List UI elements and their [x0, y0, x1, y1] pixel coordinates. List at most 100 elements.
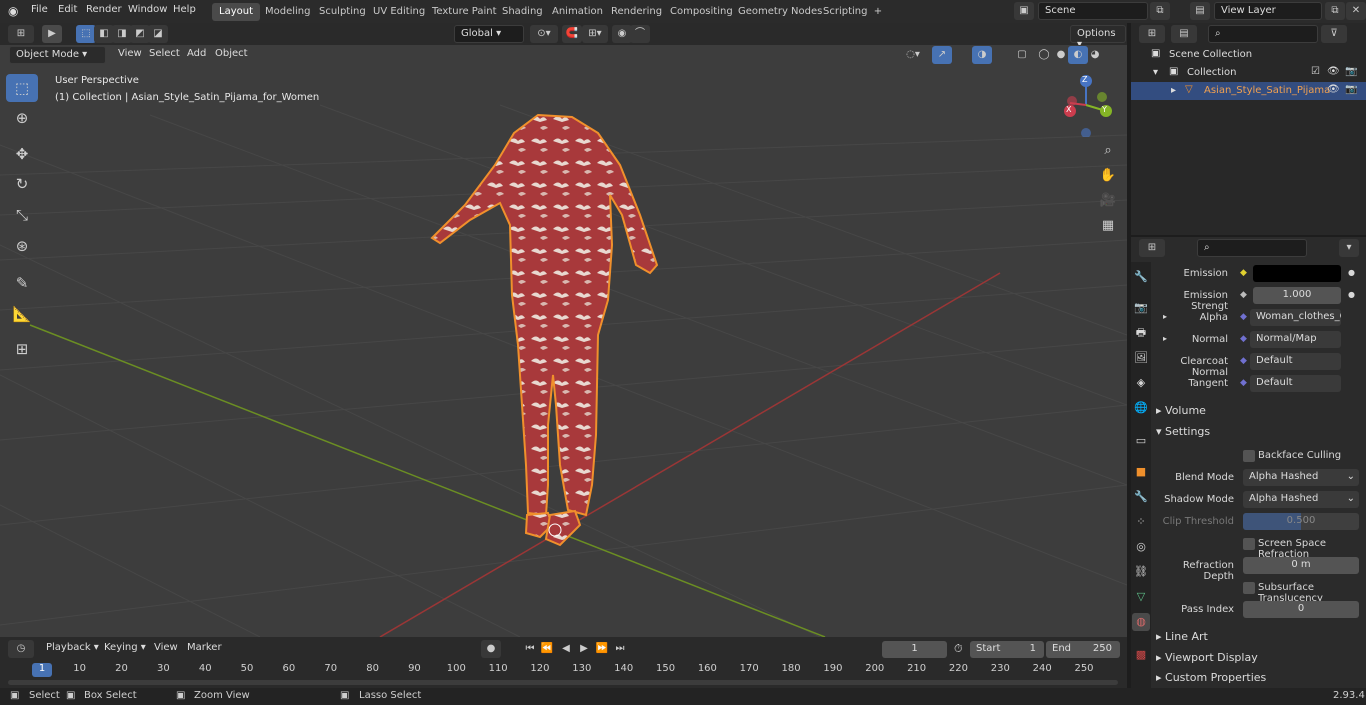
expand-arrow-icon[interactable]: ▸: [1163, 334, 1167, 343]
start-frame-field[interactable]: Start 1: [970, 641, 1044, 658]
socket-yellow-icon[interactable]: ◆: [1240, 268, 1247, 278]
snap-icon[interactable]: 🧲: [562, 25, 582, 43]
mode-dropdown[interactable]: Object Mode ▾: [9, 46, 106, 64]
falloff-icon[interactable]: ⌒: [630, 25, 650, 43]
blend-mode-dropdown[interactable]: Alpha Hashed ⌄: [1243, 469, 1359, 486]
jump-end-icon[interactable]: ⏭: [610, 640, 630, 658]
constraints-tab-icon[interactable]: ⛓: [1132, 563, 1150, 581]
tab-geometry-nodes[interactable]: Geometry Nodes: [731, 3, 829, 21]
tab-rendering[interactable]: Rendering: [604, 3, 669, 21]
texture-tab-icon[interactable]: ▩: [1132, 646, 1150, 664]
tab-scripting[interactable]: Scripting: [816, 3, 874, 21]
menu-view-timeline[interactable]: View: [148, 640, 184, 657]
volume-panel-header[interactable]: ▸ Volume: [1156, 404, 1206, 417]
perspective-toggle-icon[interactable]: ▦: [1097, 215, 1119, 237]
keying-menu[interactable]: Keying ▾: [98, 640, 152, 657]
select-mode-new-icon[interactable]: ⬚: [76, 25, 96, 43]
end-frame-field[interactable]: End 250: [1046, 641, 1120, 658]
menu-marker[interactable]: Marker: [181, 640, 228, 657]
menu-select[interactable]: Select: [143, 46, 186, 63]
pivot-point-icon[interactable]: ⊙▾: [530, 25, 558, 43]
tool-tab-icon[interactable]: 🔧: [1132, 268, 1150, 286]
tab-compositing[interactable]: Compositing: [663, 3, 740, 21]
alpha-link-field[interactable]: Woman_clothes_Op...: [1250, 309, 1341, 326]
expand-arrow-icon[interactable]: ▾: [1153, 67, 1158, 78]
tree-item-collection[interactable]: ▾ ▣ Collection ☑ 👁 📷: [1131, 64, 1366, 82]
outliner-editor-type-icon[interactable]: ⊞: [1139, 25, 1165, 43]
tree-item-scene-collection[interactable]: ▣ Scene Collection: [1131, 46, 1366, 64]
outliner-search-input[interactable]: ⌕: [1208, 25, 1318, 43]
socket-purple-icon[interactable]: ◆: [1240, 312, 1247, 322]
menu-help[interactable]: Help: [173, 4, 196, 15]
select-mode-invert-icon[interactable]: ◩: [130, 25, 150, 43]
render-tab-icon[interactable]: 📷: [1132, 299, 1150, 317]
shadow-mode-dropdown[interactable]: Alpha Hashed ⌄: [1243, 491, 1359, 508]
screen-space-refraction-checkbox[interactable]: [1243, 538, 1255, 550]
material-tab-icon[interactable]: ◍: [1132, 613, 1150, 631]
tab-uv-editing[interactable]: UV Editing: [366, 3, 432, 21]
keyframe-dot-icon[interactable]: ●: [1348, 268, 1355, 277]
tangent-field[interactable]: Default: [1250, 375, 1341, 392]
current-frame-field[interactable]: 1: [882, 641, 947, 658]
socket-purple-icon[interactable]: ◆: [1240, 378, 1247, 388]
prev-keyframe-icon[interactable]: ⏪: [537, 640, 557, 658]
add-workspace-icon[interactable]: +: [868, 3, 888, 21]
tab-modeling[interactable]: Modeling: [258, 3, 318, 21]
transform-orientation-dropdown[interactable]: Global ▾: [454, 25, 524, 43]
properties-options-icon[interactable]: ▾: [1339, 239, 1359, 257]
data-tab-icon[interactable]: ▽: [1132, 588, 1150, 606]
properties-editor-type-icon[interactable]: ⊞: [1139, 239, 1165, 257]
select-mode-subtract-icon[interactable]: ◨: [112, 25, 132, 43]
blender-logo-icon[interactable]: ◉: [8, 4, 18, 18]
emission-color-field[interactable]: [1253, 265, 1341, 282]
keyframe-dot-icon[interactable]: ●: [1348, 290, 1355, 299]
playback-menu[interactable]: Playback ▾: [40, 640, 105, 657]
record-icon[interactable]: ●: [481, 640, 501, 658]
settings-panel-header[interactable]: ▾ Settings: [1156, 425, 1210, 438]
line-art-panel-header[interactable]: ▸ Line Art: [1156, 630, 1208, 643]
scene-tab-icon[interactable]: ◈: [1132, 374, 1150, 392]
view-layer-tab-icon[interactable]: 🖼: [1132, 349, 1150, 367]
subsurface-translucency-checkbox[interactable]: [1243, 582, 1255, 594]
proportional-edit-icon[interactable]: ◉: [612, 25, 632, 43]
snap-target-icon[interactable]: ⊞▾: [582, 25, 608, 43]
refraction-depth-field[interactable]: 0 m: [1243, 557, 1359, 574]
select-box-tool-icon[interactable]: ⬚: [6, 74, 38, 102]
scene-field[interactable]: Scene: [1038, 2, 1148, 20]
particles-tab-icon[interactable]: ⁘: [1132, 513, 1150, 531]
properties-search-input[interactable]: ⌕: [1197, 239, 1307, 257]
socket-purple-icon[interactable]: ◆: [1240, 356, 1247, 366]
menu-edit[interactable]: Edit: [58, 4, 77, 15]
backface-culling-checkbox[interactable]: [1243, 450, 1255, 462]
socket-purple-icon[interactable]: ◆: [1240, 334, 1247, 344]
eye-icon[interactable]: 👁: [1327, 66, 1340, 77]
pass-index-field[interactable]: 0: [1243, 601, 1359, 618]
eye-icon[interactable]: 👁: [1327, 84, 1340, 95]
view-layer-remove-icon[interactable]: ✕: [1346, 2, 1366, 20]
tab-animation[interactable]: Animation: [545, 3, 610, 21]
object-tab-icon[interactable]: ■: [1132, 463, 1150, 481]
play-reverse-icon[interactable]: ◀: [556, 640, 576, 658]
view-layer-copy-icon[interactable]: ⧉: [1325, 2, 1345, 20]
tree-item-object[interactable]: ▸ ▽ Asian_Style_Satin_Pijama 👁 📷: [1131, 82, 1366, 100]
cursor-tool-icon[interactable]: ⊕: [6, 104, 38, 132]
menu-add[interactable]: Add: [181, 46, 212, 63]
socket-gray-icon[interactable]: ◆: [1240, 290, 1247, 300]
scene-copy-icon[interactable]: ⧉: [1150, 2, 1170, 20]
viewport-display-panel-header[interactable]: ▸ Viewport Display: [1156, 651, 1258, 664]
stopwatch-icon[interactable]: ⏱: [954, 642, 963, 656]
emission-strength-field[interactable]: 1.000: [1253, 287, 1341, 304]
outliner-filter-icon[interactable]: ⊽: [1321, 25, 1347, 43]
pajama-model[interactable]: [0, 45, 1127, 637]
scale-tool-icon[interactable]: ⤡: [6, 201, 38, 229]
camera-icon[interactable]: 📷: [1345, 84, 1357, 95]
tab-layout[interactable]: Layout: [212, 3, 260, 21]
camera-icon[interactable]: 📷: [1345, 66, 1357, 77]
annotate-tool-icon[interactable]: ✎: [6, 269, 38, 297]
physics-tab-icon[interactable]: ◎: [1132, 538, 1150, 556]
camera-view-icon[interactable]: 🎥: [1097, 190, 1119, 212]
tab-sculpting[interactable]: Sculpting: [312, 3, 373, 21]
view-layer-icon[interactable]: ▤: [1190, 2, 1210, 20]
view-layer-field[interactable]: View Layer: [1214, 2, 1322, 20]
world-tab-icon[interactable]: 🌐: [1132, 399, 1150, 417]
